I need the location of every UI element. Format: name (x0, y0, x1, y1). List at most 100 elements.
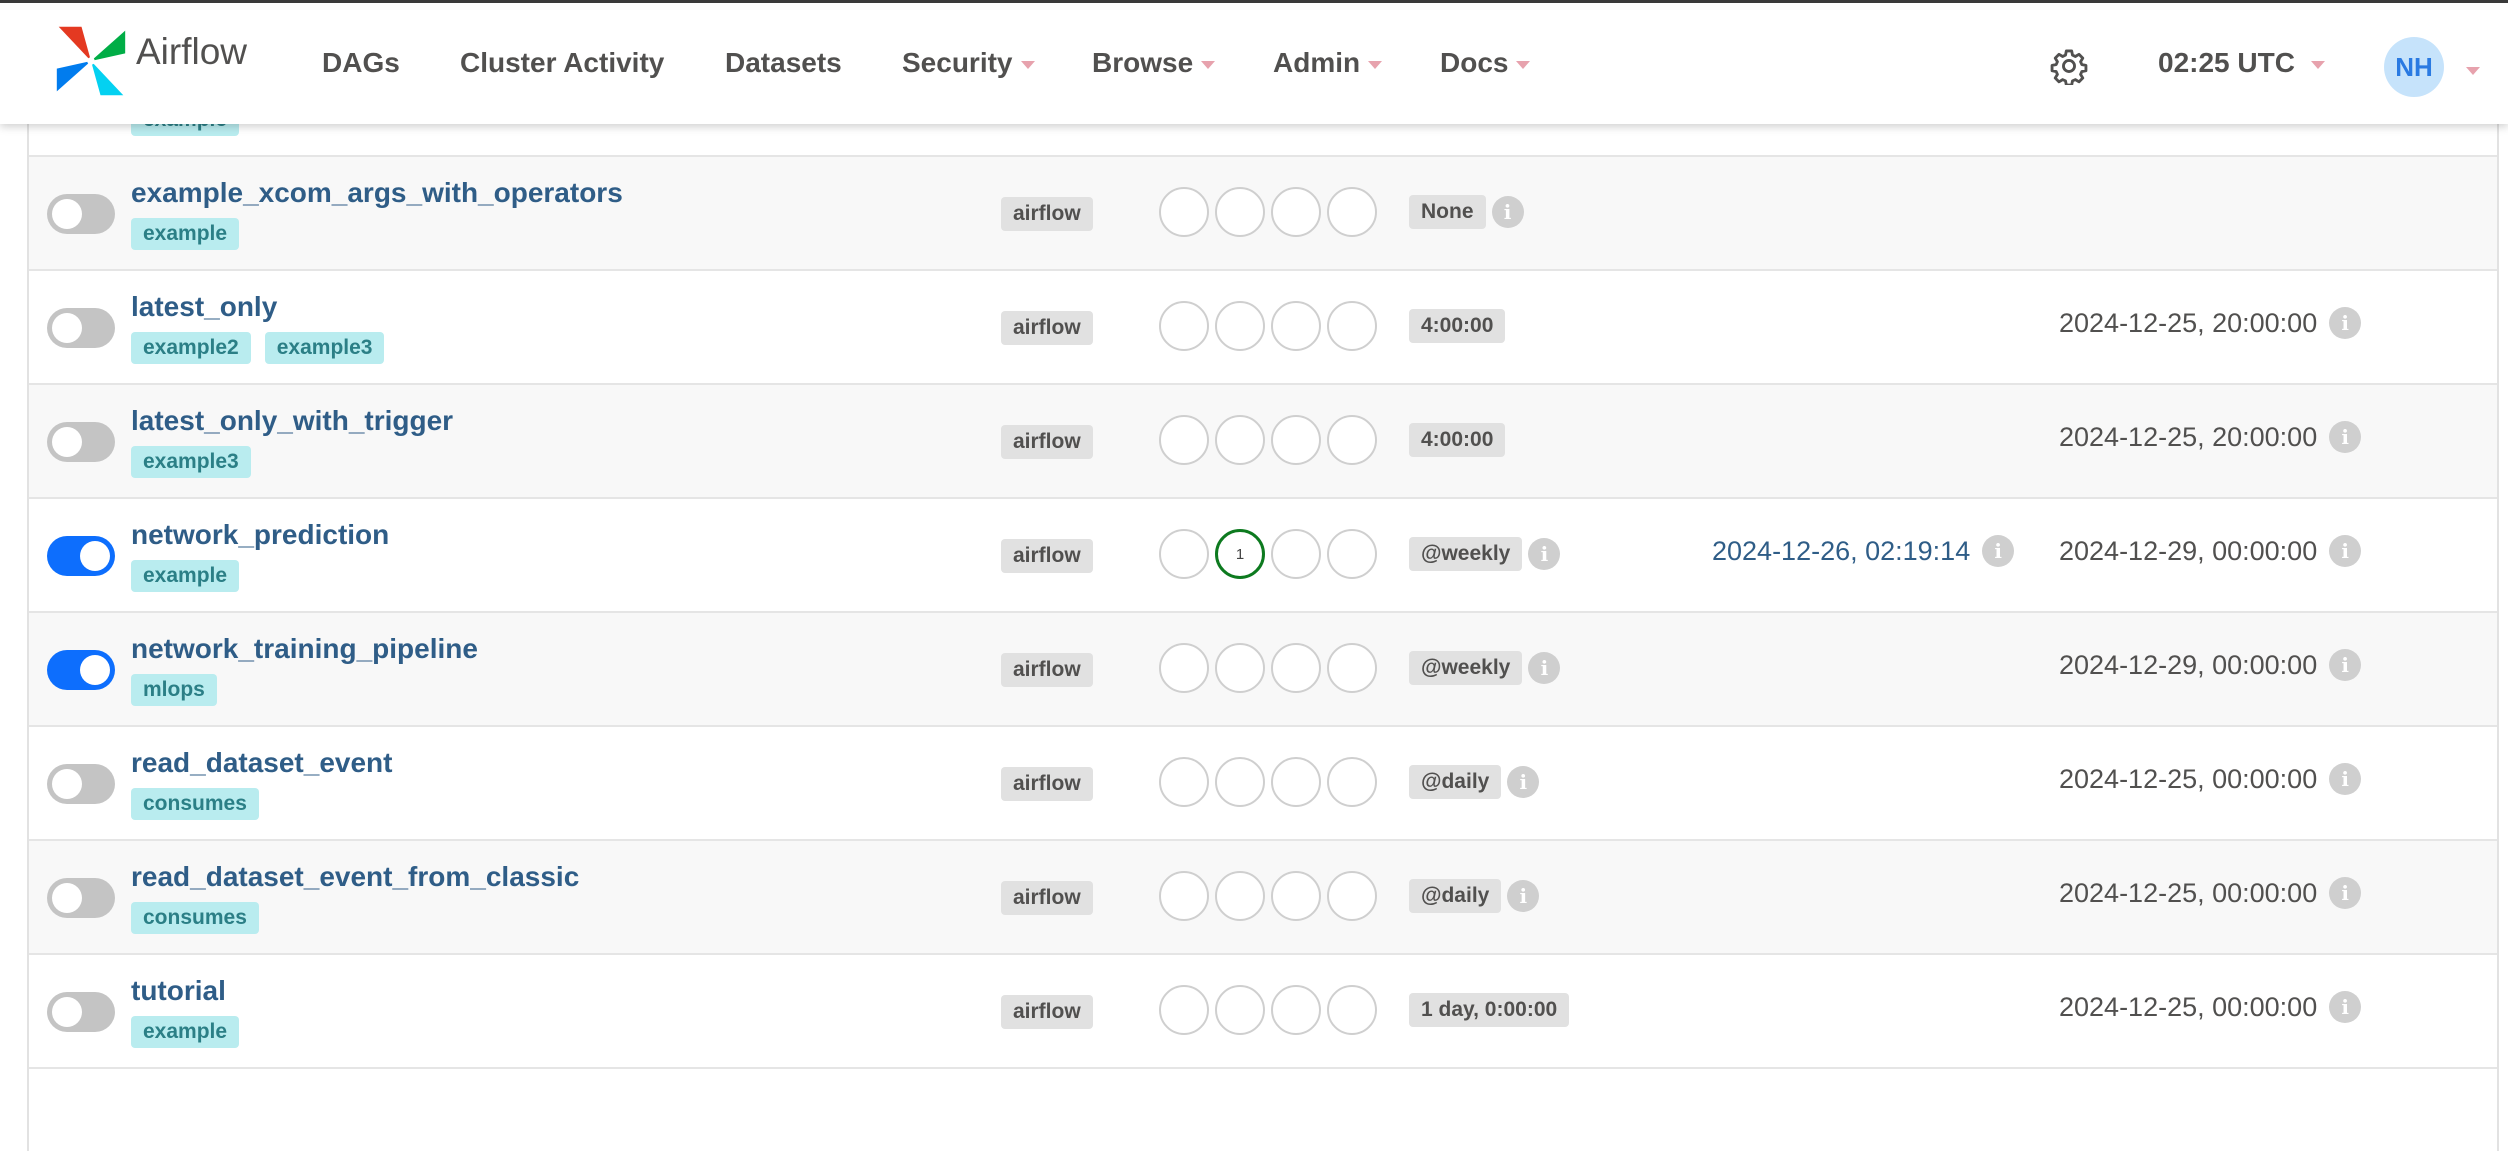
run-status-circle[interactable] (1159, 529, 1209, 579)
nav-browse[interactable]: Browse (1092, 47, 1216, 79)
run-status-circle[interactable] (1159, 415, 1209, 465)
run-status-circle[interactable] (1271, 643, 1321, 693)
owner-badge[interactable]: airflow (1001, 425, 1093, 459)
pause-toggle[interactable] (47, 764, 115, 804)
info-icon[interactable]: i (2329, 307, 2362, 339)
run-status-circle[interactable] (1271, 985, 1321, 1035)
pause-toggle[interactable] (47, 878, 115, 918)
toggle-knob (52, 769, 82, 799)
run-status-circle[interactable] (1271, 187, 1321, 237)
run-status-circle[interactable] (1215, 871, 1265, 921)
run-status-circle[interactable] (1327, 871, 1377, 921)
run-status-circle[interactable] (1271, 871, 1321, 921)
run-status-circles (1159, 757, 1377, 807)
run-status-circle[interactable] (1159, 301, 1209, 351)
pause-toggle[interactable] (47, 194, 115, 234)
dag-tag[interactable]: example3 (264, 332, 385, 364)
run-status-circle[interactable] (1159, 985, 1209, 1035)
nav-cluster-activity[interactable]: Cluster Activity (460, 47, 664, 79)
dag-tag[interactable]: example (131, 218, 240, 250)
info-icon[interactable]: i (2329, 991, 2362, 1023)
dag-name-link[interactable]: tutorial (131, 975, 226, 1007)
dag-name-link[interactable]: latest_only (131, 291, 277, 323)
nav-datasets[interactable]: Datasets (725, 47, 842, 79)
nav-security-label: Security (902, 47, 1013, 78)
user-avatar[interactable]: NH (2384, 37, 2444, 97)
run-status-circle[interactable] (1327, 415, 1377, 465)
run-status-circle[interactable] (1215, 643, 1265, 693)
dag-name-link[interactable]: network_training_pipeline (131, 633, 478, 665)
nav-docs[interactable]: Docs (1440, 47, 1531, 79)
run-status-circle[interactable] (1327, 187, 1377, 237)
info-icon[interactable]: i (1982, 535, 2015, 567)
last-run-link[interactable]: 2024-12-26, 02:19:14 (1712, 536, 1970, 567)
dag-name-link[interactable]: example_xcom_args_with_operators (131, 177, 623, 209)
info-icon[interactable]: i (1528, 652, 1561, 684)
pause-toggle[interactable] (47, 422, 115, 462)
dag-tag[interactable]: consumes (131, 902, 259, 934)
owner-badge[interactable]: airflow (1001, 653, 1093, 687)
pause-toggle[interactable] (47, 992, 115, 1032)
run-status-circle[interactable] (1215, 757, 1265, 807)
owner-badge[interactable]: airflow (1001, 197, 1093, 231)
info-icon[interactable]: i (2329, 763, 2362, 795)
clock-menu[interactable]: 02:25 UTC (2158, 47, 2325, 79)
pause-toggle[interactable] (47, 536, 115, 576)
run-status-circle[interactable] (1271, 529, 1321, 579)
dag-tag[interactable]: mlops (131, 674, 217, 706)
info-icon[interactable]: i (1528, 538, 1561, 570)
info-icon[interactable]: i (2329, 877, 2362, 909)
run-status-circle[interactable] (1215, 985, 1265, 1035)
run-status-circle[interactable] (1159, 643, 1209, 693)
run-status-circle[interactable] (1159, 871, 1209, 921)
nav-admin-label: Admin (1273, 47, 1361, 78)
info-icon[interactable]: i (2329, 649, 2362, 681)
pause-toggle[interactable] (47, 308, 115, 348)
owner-badge[interactable]: airflow (1001, 881, 1093, 915)
dag-tag[interactable]: example (131, 1016, 240, 1048)
owner-badge[interactable]: airflow (1001, 539, 1093, 573)
nav-dags[interactable]: DAGs (322, 47, 400, 79)
nav-security[interactable]: Security (902, 47, 1035, 79)
owner-badge[interactable]: airflow (1001, 767, 1093, 801)
run-status-circle[interactable] (1327, 643, 1377, 693)
dag-tag[interactable]: example (131, 560, 240, 592)
airflow-logo[interactable]: Airflow (52, 23, 247, 99)
dag-name-link[interactable]: network_prediction (131, 519, 389, 551)
pause-toggle[interactable] (47, 650, 115, 690)
run-status-circle[interactable] (1159, 757, 1209, 807)
dag-name-link[interactable]: read_dataset_event (131, 747, 392, 779)
dag-name-link[interactable]: latest_only_with_trigger (131, 405, 453, 437)
dag-tag[interactable]: example2 (131, 332, 251, 364)
dag-tag[interactable]: consumes (131, 788, 259, 820)
info-icon[interactable]: i (1507, 766, 1540, 798)
user-menu-caret-icon[interactable] (2466, 67, 2480, 75)
info-icon[interactable]: i (2329, 421, 2362, 453)
next-run-cell: 2024-12-25, 00:00:00 i (2059, 877, 2362, 909)
run-status-circle[interactable] (1271, 415, 1321, 465)
run-status-circle[interactable] (1215, 415, 1265, 465)
dag-name-link[interactable]: read_dataset_event_from_classic (131, 861, 579, 893)
run-status-circle[interactable] (1327, 985, 1377, 1035)
running-count-circle[interactable]: 1 (1215, 529, 1265, 579)
run-status-circle[interactable] (1215, 187, 1265, 237)
schedule-badge: None (1409, 195, 1486, 229)
info-icon[interactable]: i (1491, 196, 1524, 228)
run-status-circle[interactable] (1271, 301, 1321, 351)
dag-tag[interactable]: example3 (131, 446, 251, 478)
owner-badge[interactable]: airflow (1001, 995, 1093, 1029)
run-status-circle[interactable] (1215, 301, 1265, 351)
nav-docs-label: Docs (1440, 47, 1509, 78)
schedule-cell: 4:00:00 (1409, 309, 1506, 343)
run-status-circle[interactable] (1159, 187, 1209, 237)
gear-icon[interactable] (2050, 47, 2088, 85)
run-status-circle[interactable] (1271, 757, 1321, 807)
info-icon[interactable]: i (2329, 535, 2362, 567)
run-status-circle[interactable] (1327, 757, 1377, 807)
owner-badge[interactable]: airflow (1001, 311, 1093, 345)
run-status-circle[interactable] (1327, 529, 1377, 579)
nav-admin[interactable]: Admin (1273, 47, 1383, 79)
next-run-value: 2024-12-25, 20:00:00 (2059, 307, 2318, 338)
info-icon[interactable]: i (1507, 880, 1540, 912)
run-status-circle[interactable] (1327, 301, 1377, 351)
